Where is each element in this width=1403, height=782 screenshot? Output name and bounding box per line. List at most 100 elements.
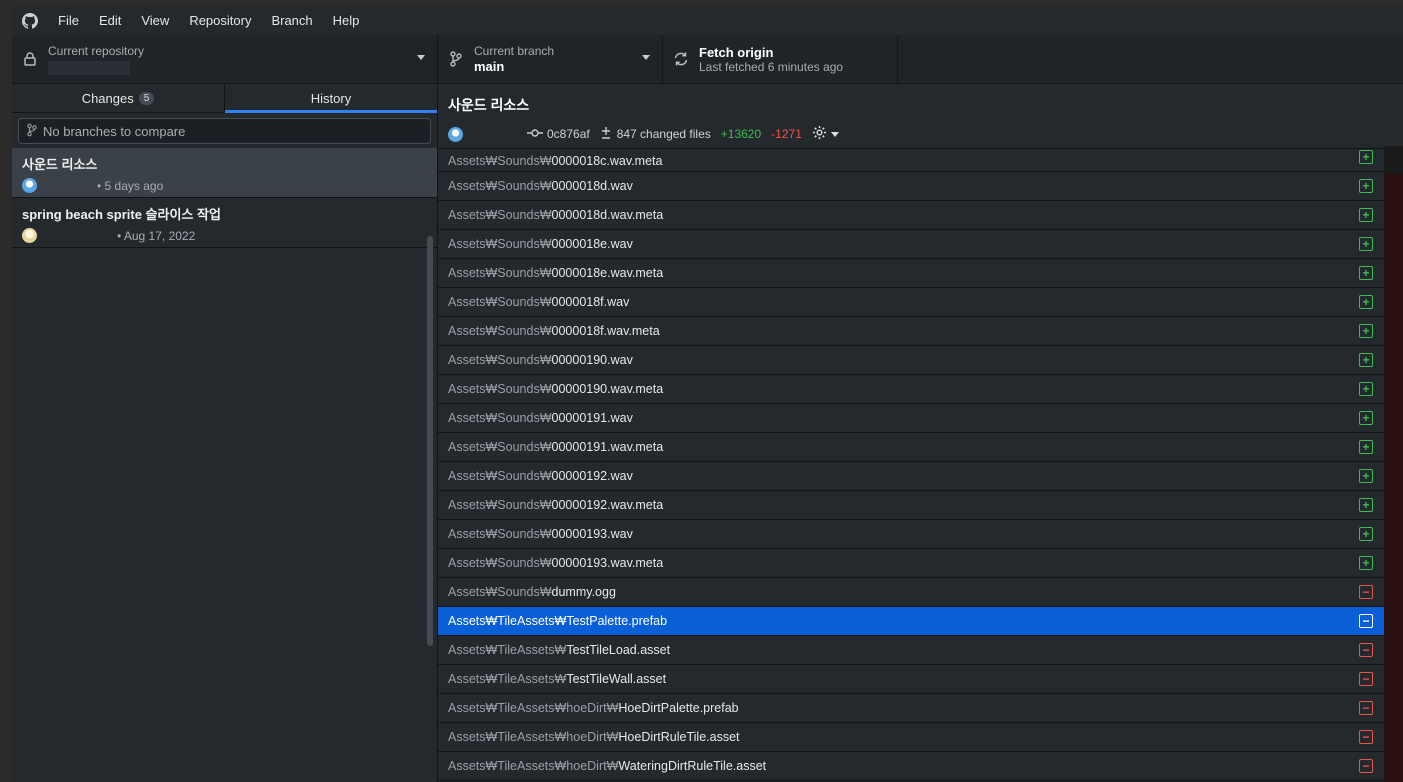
changed-file-row[interactable]: Assets₩TileAssets₩hoeDirt₩ WateringDirtRu… <box>438 752 1384 781</box>
avatar <box>22 178 37 193</box>
changed-file-row[interactable]: Assets₩Sounds₩ 0000018f.wav + <box>438 288 1384 317</box>
file-directory: Assets₩Sounds₩ <box>448 208 552 222</box>
menu-help[interactable]: Help <box>323 6 370 35</box>
diff-icon <box>600 126 612 143</box>
chevron-down-icon <box>830 131 839 137</box>
file-directory: Assets₩Sounds₩ <box>448 498 552 512</box>
file-directory: Assets₩Sounds₩ <box>448 324 552 338</box>
changed-file-row[interactable]: Assets₩Sounds₩ 0000018c.wav.meta + <box>438 150 1384 172</box>
file-name: TestTileLoad.asset <box>566 643 671 657</box>
branch-icon <box>27 123 37 140</box>
changed-file-row[interactable]: Assets₩TileAssets₩ TestTileLoad.asset − <box>438 636 1384 665</box>
diff-pane-edge <box>1384 174 1403 782</box>
commit-sha[interactable]: 0c876af <box>527 127 590 141</box>
changed-file-row[interactable]: Assets₩Sounds₩ 0000018d.wav + <box>438 172 1384 201</box>
changed-file-row[interactable]: Assets₩Sounds₩ 00000192.wav + <box>438 462 1384 491</box>
file-name: 0000018f.wav <box>551 295 630 309</box>
file-name: 00000193.wav.meta <box>551 556 664 570</box>
commit-date: • Aug 17, 2022 <box>117 228 196 243</box>
avatar <box>448 126 463 142</box>
branch-name: main <box>474 59 505 74</box>
changed-file-row[interactable]: Assets₩Sounds₩ 00000190.wav.meta + <box>438 375 1384 404</box>
commit-list-item[interactable]: 사운드 리소스 • 5 days ago <box>12 148 437 198</box>
file-added-icon: + <box>1359 440 1373 454</box>
tab-history[interactable]: History <box>224 84 437 113</box>
commit-list-item[interactable]: spring beach sprite 슬라이스 작업 • Aug 17, 20… <box>12 198 437 248</box>
changed-file-row[interactable]: Assets₩TileAssets₩ TestTileWall.asset − <box>438 665 1384 694</box>
file-added-icon: + <box>1359 353 1373 367</box>
changed-file-row[interactable]: Assets₩Sounds₩ 00000193.wav.meta + <box>438 549 1384 578</box>
tab-history-label: History <box>310 90 352 106</box>
diff-settings-button[interactable] <box>812 125 839 143</box>
changed-file-row[interactable]: Assets₩Sounds₩ 00000192.wav.meta + <box>438 491 1384 520</box>
file-directory: Assets₩Sounds₩ <box>448 556 552 570</box>
file-added-icon: + <box>1359 295 1373 309</box>
changed-file-row[interactable]: Assets₩TileAssets₩hoeDirt₩ HoeDirtPalette… <box>438 694 1384 723</box>
changed-file-row[interactable]: Assets₩Sounds₩ 0000018d.wav.meta + <box>438 201 1384 230</box>
file-directory: Assets₩Sounds₩ <box>448 411 552 425</box>
file-directory: Assets₩TileAssets₩ <box>448 672 567 686</box>
file-name: 0000018f.wav.meta <box>551 324 660 338</box>
file-added-icon: + <box>1359 324 1373 338</box>
file-added-icon: + <box>1359 382 1373 396</box>
file-deleted-icon: − <box>1359 585 1373 599</box>
changed-file-row[interactable]: Assets₩Sounds₩ 0000018e.wav + <box>438 230 1384 259</box>
changed-file-row[interactable]: Assets₩Sounds₩ 00000190.wav + <box>438 346 1384 375</box>
file-name: 00000191.wav <box>551 411 633 425</box>
changed-file-row[interactable]: Assets₩Sounds₩ 00000193.wav + <box>438 520 1384 549</box>
commit-sha-text: 0c876af <box>547 127 590 141</box>
file-name: 0000018d.wav <box>551 179 633 193</box>
branch-icon <box>438 51 474 67</box>
changed-file-row[interactable]: Assets₩Sounds₩ 00000191.wav + <box>438 404 1384 433</box>
file-directory: Assets₩TileAssets₩hoeDirt₩ <box>448 759 619 773</box>
changed-file-row[interactable]: Assets₩Sounds₩ dummy.ogg − <box>438 578 1384 607</box>
changed-file-row[interactable]: Assets₩TileAssets₩ TestPalette.prefab − <box>438 607 1384 636</box>
branch-compare-input[interactable]: No branches to compare <box>18 118 431 144</box>
file-directory: Assets₩Sounds₩ <box>448 353 552 367</box>
file-name: 00000192.wav.meta <box>551 498 664 512</box>
fetch-origin-button[interactable]: Fetch origin Last fetched 6 minutes ago <box>663 35 898 83</box>
file-name: TestPalette.prefab <box>566 614 668 628</box>
github-desktop-window: File Edit View Repository Branch Help Cu… <box>12 6 1403 782</box>
menu-edit[interactable]: Edit <box>89 6 131 35</box>
file-directory: Assets₩Sounds₩ <box>448 153 552 168</box>
file-directory: Assets₩Sounds₩ <box>448 295 552 309</box>
changed-file-row[interactable]: Assets₩Sounds₩ 00000191.wav.meta + <box>438 433 1384 462</box>
github-logo-icon <box>12 12 48 29</box>
file-directory: Assets₩Sounds₩ <box>448 382 552 396</box>
file-name: 00000190.wav.meta <box>551 382 664 396</box>
file-deleted-icon: − <box>1359 759 1373 773</box>
toolbar: Current repository Current branch main F… <box>12 35 1403 84</box>
tab-changes[interactable]: Changes 5 <box>12 84 224 112</box>
changed-file-row[interactable]: Assets₩Sounds₩ 0000018e.wav.meta + <box>438 259 1384 288</box>
avatar <box>22 228 37 243</box>
file-name: TestTileWall.asset <box>566 672 667 686</box>
file-name: WateringDirtRuleTile.asset <box>618 759 767 773</box>
commit-summary-title: 사운드 리소스 <box>448 97 530 113</box>
file-name: 00000190.wav <box>551 353 633 367</box>
changed-file-row[interactable]: Assets₩TileAssets₩hoeDirt₩ HoeDirtRuleTil… <box>438 723 1384 752</box>
commit-summary-header: 사운드 리소스 0c876af 847 changed files +13620… <box>438 84 1403 149</box>
menu-view[interactable]: View <box>131 6 179 35</box>
current-branch-button[interactable]: Current branch main <box>438 35 663 83</box>
file-deleted-icon: − <box>1359 701 1373 715</box>
menu-branch[interactable]: Branch <box>261 6 322 35</box>
file-directory: Assets₩Sounds₩ <box>448 266 552 280</box>
commit-details: 사운드 리소스 0c876af 847 changed files +13620… <box>438 84 1403 782</box>
menu-repository[interactable]: Repository <box>179 6 261 35</box>
lock-icon <box>12 52 48 66</box>
current-repository-button[interactable]: Current repository <box>12 35 438 83</box>
file-name: HoeDirtRuleTile.asset <box>618 730 740 744</box>
file-directory: Assets₩TileAssets₩ <box>448 643 567 657</box>
file-name: 0000018e.wav.meta <box>551 266 664 280</box>
commit-list-scrollbar[interactable] <box>427 236 433 646</box>
compare-placeholder: No branches to compare <box>43 123 186 139</box>
file-name: 00000191.wav.meta <box>551 440 664 454</box>
menu-file[interactable]: File <box>48 6 89 35</box>
file-added-icon: + <box>1359 469 1373 483</box>
changed-file-row[interactable]: Assets₩Sounds₩ 0000018f.wav.meta + <box>438 317 1384 346</box>
deletions-count: -1271 <box>771 127 802 141</box>
file-deleted-icon: − <box>1359 730 1373 744</box>
changes-count-badge: 5 <box>138 91 155 105</box>
file-deleted-icon: − <box>1359 614 1373 628</box>
